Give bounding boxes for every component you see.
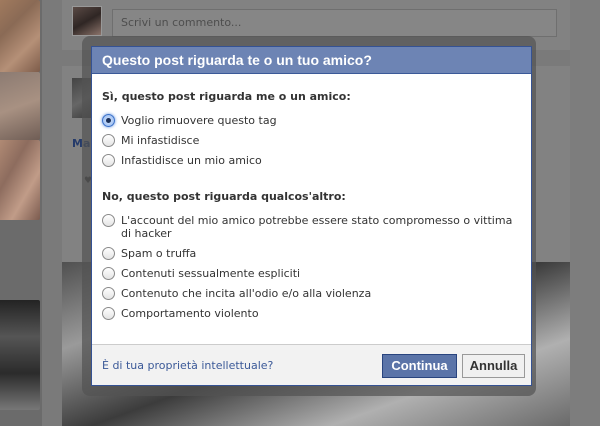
option-account-compromised[interactable]: L'account del mio amico potrebbe essere …	[102, 214, 521, 240]
dialog-footer: È di tua proprietà intellettuale? Contin…	[92, 344, 531, 385]
dialog-body: Sì, questo post riguarda me o un amico: …	[92, 74, 531, 320]
radio-button[interactable]	[102, 134, 115, 147]
radio-button[interactable]	[102, 114, 115, 127]
continue-button[interactable]: Continua	[382, 354, 457, 378]
comment-input[interactable]: Scrivi un commento...	[112, 9, 557, 37]
option-label: Mi infastidisce	[121, 134, 200, 147]
option-label: L'account del mio amico potrebbe essere …	[121, 214, 513, 240]
radio-button[interactable]	[102, 214, 115, 227]
radio-button[interactable]	[102, 267, 115, 280]
dialog-title: Questo post riguarda te o un tuo amico?	[92, 47, 531, 74]
option-label: Contenuto che incita all'odio e/o alla v…	[121, 287, 372, 300]
photo-thumbnail[interactable]	[0, 300, 40, 410]
section-heading-other: No, questo post riguarda qualcos'altro:	[102, 190, 346, 203]
option-violent-behavior[interactable]: Comportamento violento	[102, 307, 521, 320]
left-photo-strip	[0, 0, 42, 426]
section-heading-me: Sì, questo post riguarda me o un amico:	[102, 90, 351, 103]
radio-button[interactable]	[102, 307, 115, 320]
right-column	[570, 0, 600, 426]
option-label: Comportamento violento	[121, 307, 259, 320]
option-remove-tag[interactable]: Voglio rimuovere questo tag	[102, 114, 521, 127]
option-label: Infastidisce un mio amico	[121, 154, 262, 167]
radio-button[interactable]	[102, 287, 115, 300]
cancel-button[interactable]: Annulla	[462, 354, 525, 378]
photo-thumbnail[interactable]	[0, 140, 40, 220]
radio-button[interactable]	[102, 247, 115, 260]
photo-thumbnail[interactable]	[0, 0, 40, 72]
radio-button[interactable]	[102, 154, 115, 167]
photo-thumbnail[interactable]	[0, 72, 40, 140]
avatar	[72, 6, 102, 36]
intellectual-property-link[interactable]: È di tua proprietà intellettuale?	[102, 359, 273, 372]
option-label: Spam o truffa	[121, 247, 197, 260]
option-hate-speech[interactable]: Contenuto che incita all'odio e/o alla v…	[102, 287, 521, 300]
option-annoys-friend[interactable]: Infastidisce un mio amico	[102, 154, 521, 167]
option-spam[interactable]: Spam o truffa	[102, 247, 521, 260]
option-sexual-content[interactable]: Contenuti sessualmente espliciti	[102, 267, 521, 280]
option-label: Contenuti sessualmente espliciti	[121, 267, 301, 280]
report-dialog: Questo post riguarda te o un tuo amico? …	[91, 46, 532, 386]
option-annoys-me[interactable]: Mi infastidisce	[102, 134, 521, 147]
option-label: Voglio rimuovere questo tag	[121, 114, 277, 127]
